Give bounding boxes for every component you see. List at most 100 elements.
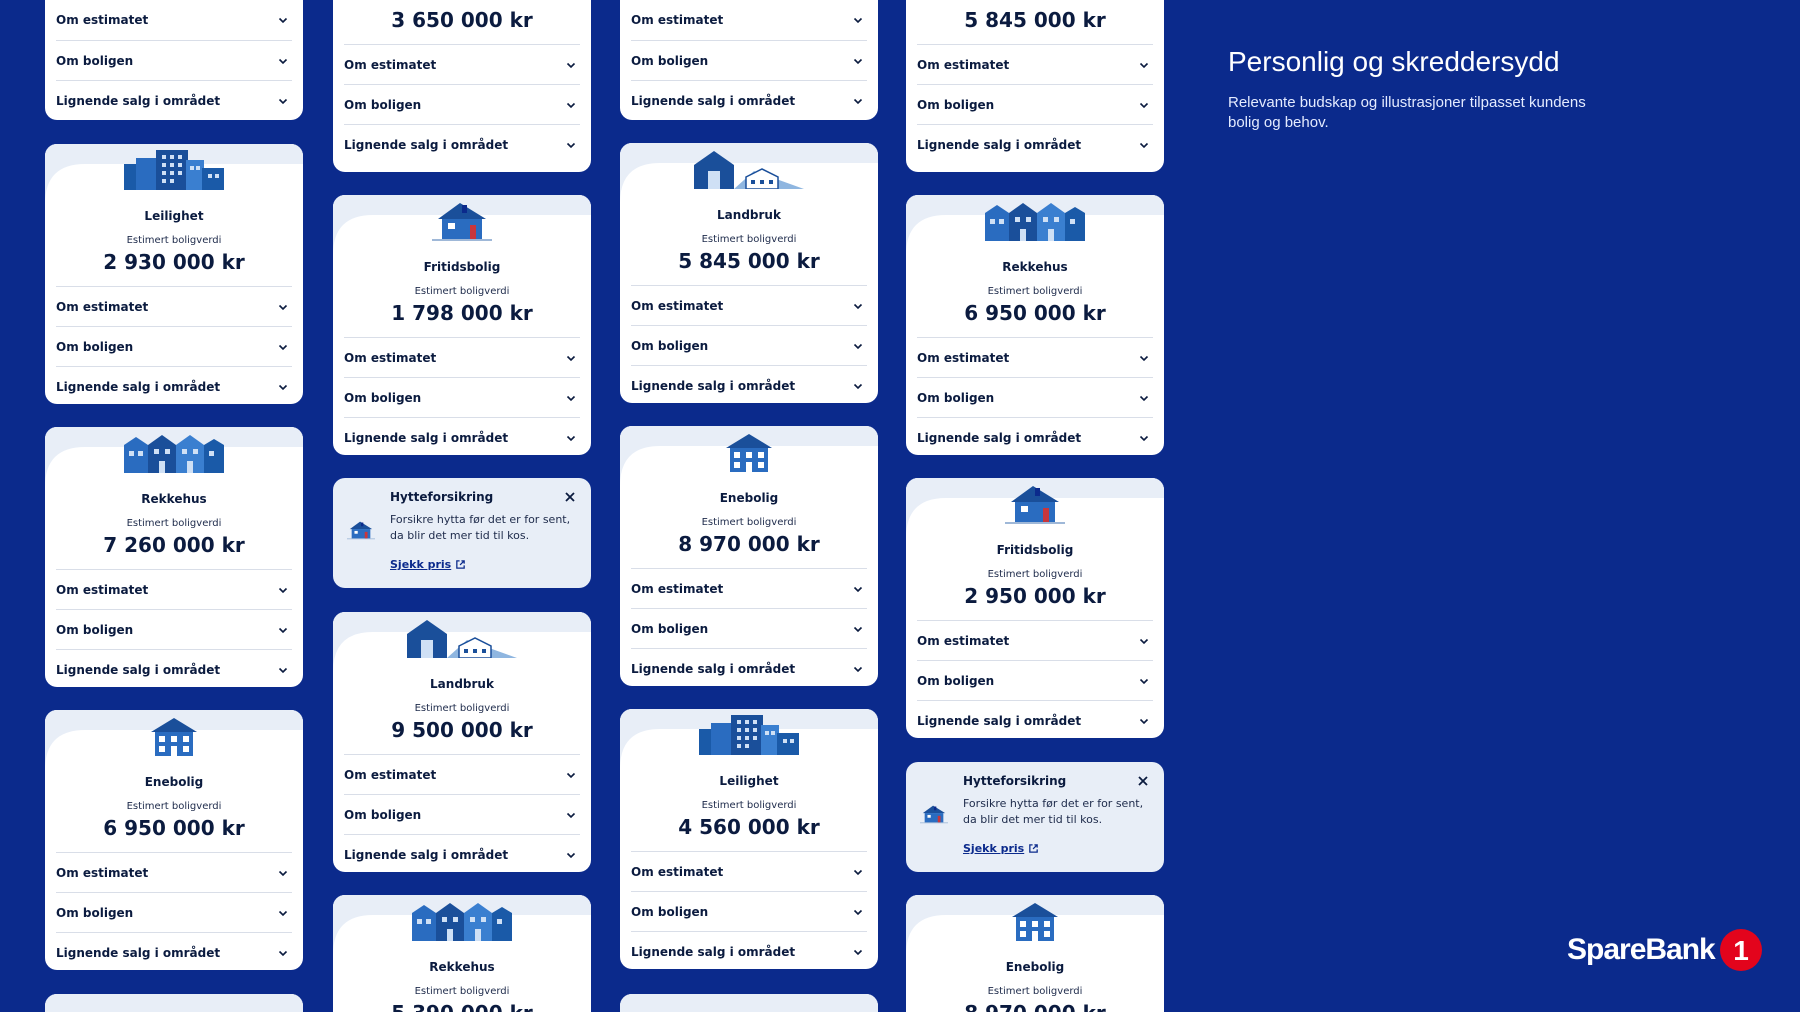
estimate-card: Leilighet Estimert boligverdi 2 930 000 … <box>45 144 303 404</box>
accordion-similar-sales[interactable]: Lignende salg i området <box>56 366 292 404</box>
chevron-down-icon <box>853 867 863 877</box>
chevron-down-icon <box>1139 100 1149 110</box>
accordion-about-estimate[interactable]: Om estimatet <box>917 620 1153 660</box>
accordion-about-home[interactable]: Om boligen <box>56 609 292 649</box>
accordion-similar-sales[interactable]: Lignende salg i området <box>631 365 867 403</box>
chevron-down-icon <box>566 770 576 780</box>
accordion-about-estimate[interactable]: Om estimatet <box>344 337 580 377</box>
farm-icon <box>694 149 804 189</box>
accordion-about-home[interactable]: Om boligen <box>631 40 867 80</box>
chevron-down-icon <box>1139 636 1149 646</box>
accordion-about-estimate[interactable]: Om estimatet <box>631 0 867 40</box>
accordion-label: Om estimatet <box>631 581 724 596</box>
accordion-about-home[interactable]: Om boligen <box>56 326 292 366</box>
estimate-card: Enebolig Estimert boligverdi 6 950 000 k… <box>45 710 303 970</box>
accordion-label: Lignende salg i området <box>917 137 1082 152</box>
accordion-about-home[interactable]: Om boligen <box>917 84 1153 124</box>
accordion-about-home[interactable]: Om boligen <box>631 608 867 648</box>
property-type: Leilighet <box>719 774 779 788</box>
accordion-about-home[interactable]: Om boligen <box>917 660 1153 700</box>
chevron-down-icon <box>278 382 288 392</box>
chevron-down-icon <box>1139 393 1149 403</box>
external-link-icon <box>1029 844 1039 853</box>
accordion-about-home[interactable]: Om boligen <box>631 325 867 365</box>
accordion-label: Om estimatet <box>56 865 149 880</box>
accordion-about-estimate[interactable]: Om estimatet <box>344 754 580 794</box>
accordion-similar-sales[interactable]: Lignende salg i området <box>344 124 580 164</box>
accordion-label: Lignende salg i området <box>56 662 221 677</box>
estimate-card: Fritidsbolig Estimert boligverdi 1 798 0… <box>333 195 591 455</box>
accordion-similar-sales[interactable]: Lignende salg i området <box>917 700 1153 738</box>
accordion-similar-sales[interactable]: Lignende salg i området <box>344 417 580 455</box>
estimate-label: Estimert boligverdi <box>701 517 797 528</box>
rowhouse-icon <box>412 901 512 941</box>
chevron-down-icon <box>853 301 863 311</box>
accordion-label: Om estimatet <box>917 350 1010 365</box>
promo-link[interactable]: Sjekk pris <box>963 842 1039 855</box>
chevron-down-icon <box>853 584 863 594</box>
chevron-down-icon <box>278 948 288 958</box>
close-icon[interactable] <box>563 490 577 504</box>
accordion-about-home[interactable]: Om boligen <box>917 377 1153 417</box>
estimate-card: Om estimatet Om boligen Lignende salg i … <box>620 0 878 120</box>
accordion-similar-sales[interactable]: Lignende salg i området <box>56 80 292 120</box>
chevron-down-icon <box>853 381 863 391</box>
chevron-down-icon <box>278 342 288 352</box>
accordion-about-home[interactable]: Om boligen <box>56 40 292 80</box>
estimate-value: 9 500 000 kr <box>391 718 533 742</box>
property-type: Enebolig <box>1005 960 1065 974</box>
estimate-value: 3 650 000 kr <box>391 8 533 32</box>
estimate-label: Estimert boligverdi <box>414 286 510 297</box>
accordion-about-estimate[interactable]: Om estimatet <box>344 44 580 84</box>
accordion-about-estimate[interactable]: Om estimatet <box>56 286 292 326</box>
accordion-about-estimate[interactable]: Om estimatet <box>917 44 1153 84</box>
accordion-similar-sales[interactable]: Lignende salg i området <box>344 834 580 872</box>
rowhouse-icon <box>985 201 1085 241</box>
accordion-label: Om estimatet <box>917 633 1010 648</box>
accordion-label: Lignende salg i området <box>344 430 509 445</box>
estimate-card: Fritidsbolig Estimert boligverdi 2 950 0… <box>906 478 1164 738</box>
accordion-about-estimate[interactable]: Om estimatet <box>917 337 1153 377</box>
accordion-about-estimate[interactable]: Om estimatet <box>56 569 292 609</box>
chevron-down-icon <box>566 850 576 860</box>
accordion-about-home[interactable]: Om boligen <box>56 892 292 932</box>
accordion-label: Lignende salg i området <box>631 378 796 393</box>
accordion-similar-sales[interactable]: Lignende salg i området <box>56 649 292 687</box>
accordion-about-estimate[interactable]: Om estimatet <box>631 851 867 891</box>
accordion-about-estimate[interactable]: Om estimatet <box>56 852 292 892</box>
accordion-similar-sales[interactable]: Lignende salg i området <box>631 648 867 686</box>
chevron-down-icon <box>566 60 576 70</box>
accordion-label: Lignende salg i området <box>631 661 796 676</box>
accordion-label: Om boligen <box>631 621 709 636</box>
accordion-similar-sales[interactable]: Lignende salg i området <box>917 417 1153 455</box>
detached-house-icon <box>724 432 774 472</box>
property-type: Landbruk <box>717 208 781 222</box>
promo-link[interactable]: Sjekk pris <box>390 558 466 571</box>
promo-link-label: Sjekk pris <box>963 842 1025 855</box>
accordion-similar-sales[interactable]: Lignende salg i området <box>56 932 292 970</box>
estimate-label: Estimert boligverdi <box>414 703 510 714</box>
brand-badge-icon: 1 <box>1719 929 1762 971</box>
accordion-about-home[interactable]: Om boligen <box>344 84 580 124</box>
accordion-label: Om boligen <box>56 53 134 68</box>
accordion-about-home[interactable]: Om boligen <box>344 794 580 834</box>
accordion-about-home[interactable]: Om boligen <box>344 377 580 417</box>
estimate-label: Estimert boligverdi <box>987 986 1083 997</box>
accordion-similar-sales[interactable]: Lignende salg i området <box>917 124 1153 164</box>
accordion-about-estimate[interactable]: Om estimatet <box>631 285 867 325</box>
estimate-label: Estimert boligverdi <box>987 569 1083 580</box>
chevron-down-icon <box>566 393 576 403</box>
promo-card: Hytteforsikring Forsikre hytta før det e… <box>906 762 1164 872</box>
estimate-value: 6 950 000 kr <box>964 301 1106 325</box>
accordion-about-estimate[interactable]: Om estimatet <box>56 0 292 40</box>
accordion-similar-sales[interactable]: Lignende salg i området <box>631 931 867 969</box>
accordion-label: Lignende salg i området <box>631 93 796 108</box>
close-icon[interactable] <box>1136 774 1150 788</box>
accordion-about-estimate[interactable]: Om estimatet <box>631 568 867 608</box>
sparebank-logo: SpareBank 1 <box>1567 928 1763 972</box>
apartment-icon <box>124 150 224 190</box>
estimate-value: 5 390 000 kr <box>333 1001 591 1012</box>
accordion-similar-sales[interactable]: Lignende salg i området <box>631 80 867 120</box>
brand-badge: 1 <box>1733 935 1749 966</box>
accordion-about-home[interactable]: Om boligen <box>631 891 867 931</box>
